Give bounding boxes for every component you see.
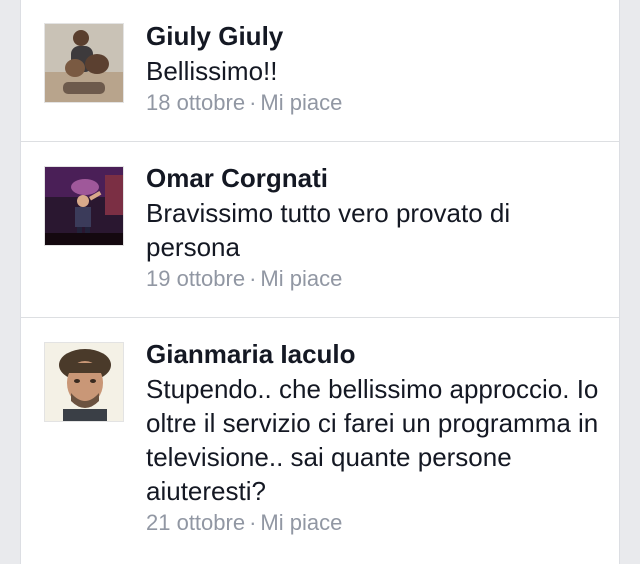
comment-meta: 21 ottobre · Mi piace: [146, 510, 601, 536]
meta-separator: ·: [249, 510, 257, 535]
comment-date[interactable]: 19 ottobre: [146, 266, 245, 291]
avatar[interactable]: [44, 342, 124, 422]
comments-feed: Giuly Giuly Bellissimo!! 18 ottobre · Mi p…: [20, 0, 620, 564]
like-link[interactable]: Mi piace: [260, 90, 342, 115]
comment-item: Gianmaria Iaculo Stupendo.. che bellissi…: [21, 318, 619, 564]
comment-author[interactable]: Omar Corgnati: [146, 163, 601, 193]
comment-item: Giuly Giuly Bellissimo!! 18 ottobre · Mi p…: [21, 0, 619, 142]
comment-date[interactable]: 21 ottobre: [146, 510, 245, 535]
meta-separator: ·: [249, 266, 257, 291]
comment-meta: 18 ottobre · Mi piace: [146, 90, 601, 116]
like-link[interactable]: Mi piace: [260, 510, 342, 535]
meta-separator: ·: [249, 90, 257, 115]
comment-item: Omar Corgnati Bravissimo tutto vero prov…: [21, 142, 619, 318]
comment-author[interactable]: Giuly Giuly: [146, 21, 601, 51]
comment-date[interactable]: 18 ottobre: [146, 90, 245, 115]
comment-meta: 19 ottobre · Mi piace: [146, 266, 601, 292]
comment-author[interactable]: Gianmaria Iaculo: [146, 339, 601, 369]
comment-text: Bravissimo tutto vero provato di persona: [146, 198, 511, 262]
like-link[interactable]: Mi piace: [260, 266, 342, 291]
avatar[interactable]: [44, 23, 124, 103]
comment-text: Bellissimo!!: [146, 56, 278, 86]
avatar[interactable]: [44, 166, 124, 246]
comment-text: Stupendo.. che bellissimo approccio. Io …: [146, 374, 599, 506]
